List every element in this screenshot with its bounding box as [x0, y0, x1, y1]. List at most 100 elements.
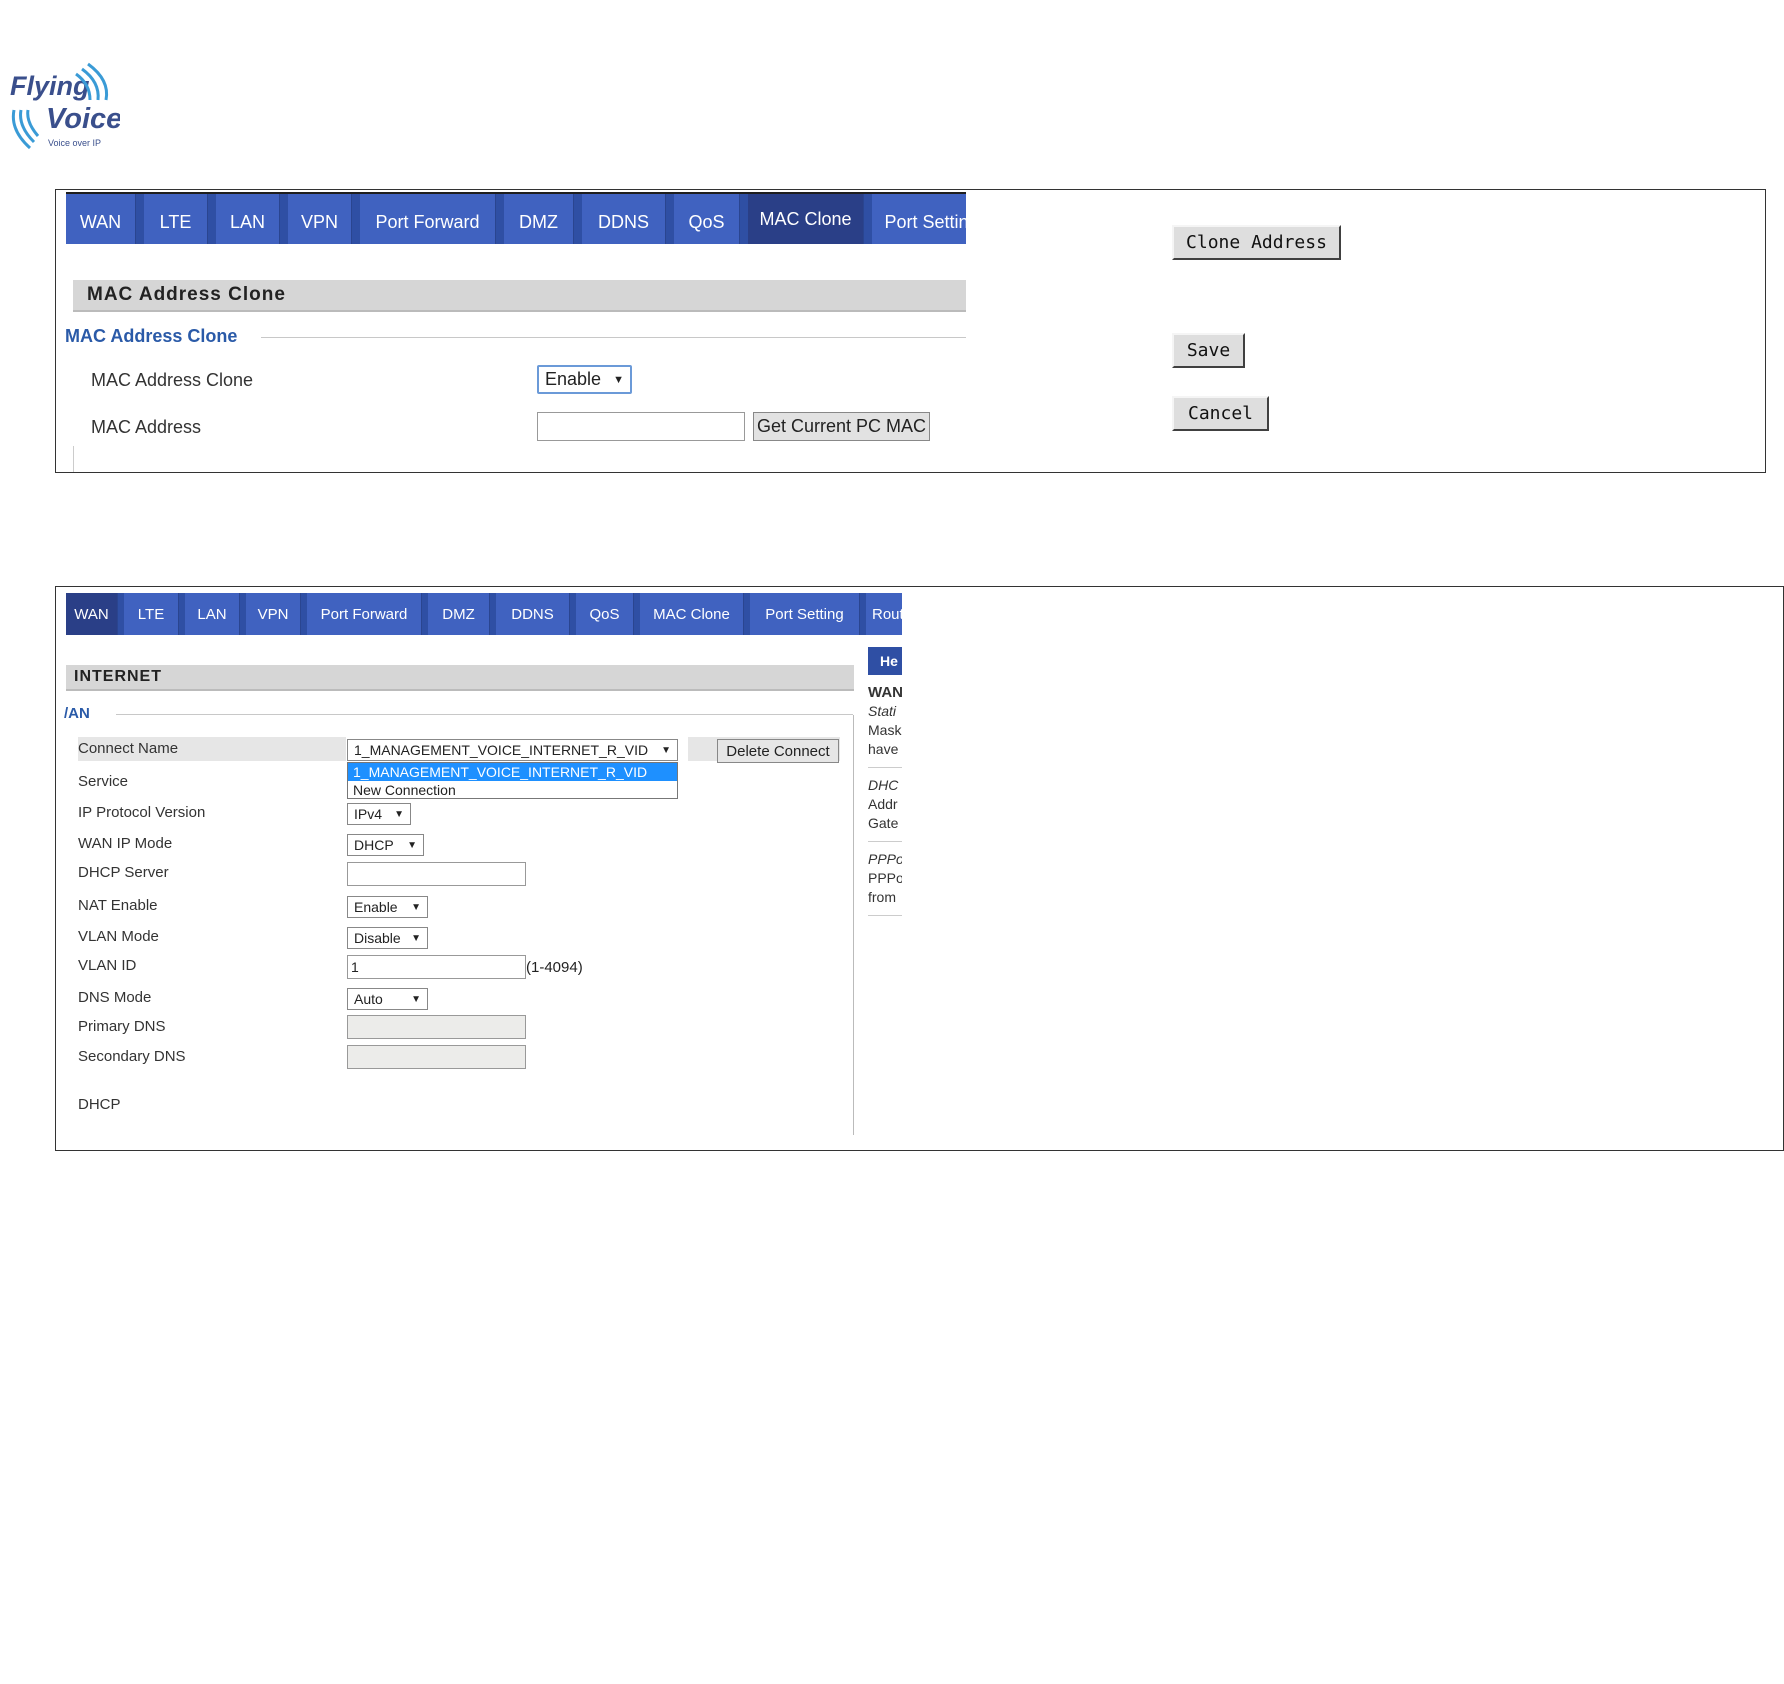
- tab-routing[interactable]: Rout: [866, 593, 902, 635]
- help-heading: WAN: [868, 684, 902, 701]
- cancel-button[interactable]: Cancel: [1172, 396, 1269, 431]
- fieldset-border: [73, 446, 74, 472]
- tab-mac-clone[interactable]: MAC Clone: [748, 194, 864, 244]
- tab-port-forward[interactable]: Port Forward: [307, 593, 422, 635]
- dropdown-option[interactable]: New Connection: [348, 781, 677, 799]
- dhcp-label: DHCP: [78, 1096, 121, 1113]
- flying-voice-logo: Flying Voice Voice over IP: [10, 60, 122, 155]
- tab-wan[interactable]: WAN: [66, 593, 118, 635]
- tab-lan[interactable]: LAN: [185, 593, 240, 635]
- clone-address-button[interactable]: Clone Address: [1172, 225, 1341, 260]
- tab-port-forward[interactable]: Port Forward: [360, 194, 496, 244]
- vlan-mode-select[interactable]: Disable ▼: [347, 927, 428, 949]
- help-text: Gate: [868, 815, 899, 831]
- fieldset-border: [853, 715, 854, 1135]
- chevron-down-icon: ▼: [394, 808, 404, 820]
- help-text: Stati: [868, 703, 897, 719]
- help-text: Addr: [868, 796, 898, 812]
- mac-clone-label: MAC Address Clone: [91, 370, 254, 390]
- tab-ddns[interactable]: DDNS: [582, 194, 666, 244]
- tab-dmz[interactable]: DMZ: [504, 194, 574, 244]
- help-divider: [868, 915, 902, 916]
- mac-clone-screenshot: WAN LTE LAN VPN Port Forward DMZ DDNS Qo…: [55, 189, 1766, 473]
- dropdown-option[interactable]: 1_MANAGEMENT_VOICE_INTERNET_R_VID: [348, 763, 677, 781]
- ip-protocol-value: IPv4: [354, 806, 383, 822]
- dns-mode-value: Auto: [354, 991, 383, 1007]
- help-text: PPPo: [868, 870, 902, 886]
- vlan-mode-value: Disable: [354, 930, 401, 946]
- vlan-id-label: VLAN ID: [78, 957, 137, 974]
- mac-address-input[interactable]: [537, 412, 745, 441]
- chevron-down-icon: ▼: [661, 744, 671, 756]
- chevron-down-icon: ▼: [411, 993, 421, 1005]
- get-current-pc-mac-button[interactable]: Get Current PC MAC: [753, 412, 930, 441]
- vlan-id-range: (1-4094): [526, 959, 583, 976]
- mac-clone-select-value: Enable: [545, 369, 602, 389]
- section-header: INTERNET: [66, 665, 854, 691]
- svg-text:Voice: Voice: [46, 103, 120, 135]
- service-label: Service: [78, 773, 129, 790]
- connect-name-value: 1_MANAGEMENT_VOICE_INTERNET_R_VID: [354, 742, 649, 758]
- nat-enable-select[interactable]: Enable ▼: [347, 896, 428, 918]
- wan-ip-mode-value: DHCP: [354, 837, 394, 853]
- save-button[interactable]: Save: [1172, 333, 1245, 368]
- tab-wan[interactable]: WAN: [66, 194, 136, 244]
- connect-name-select[interactable]: 1_MANAGEMENT_VOICE_INTERNET_R_VID ▼: [347, 739, 678, 761]
- help-text: DHC: [868, 777, 899, 793]
- help-text: PPPo: [868, 851, 902, 867]
- primary-dns-input[interactable]: [347, 1015, 526, 1039]
- help-title: He: [868, 647, 902, 675]
- fieldset-divider: [261, 337, 966, 338]
- fieldset-legend: MAC Address Clone: [65, 326, 238, 346]
- secondary-dns-label: Secondary DNS: [78, 1048, 186, 1065]
- help-text: from: [868, 889, 896, 905]
- ip-protocol-select[interactable]: IPv4 ▼: [347, 803, 411, 825]
- section-header: MAC Address Clone: [73, 280, 966, 312]
- vlan-mode-label: VLAN Mode: [78, 928, 159, 945]
- dhcp-server-input[interactable]: [347, 862, 526, 886]
- tab-dmz[interactable]: DMZ: [428, 593, 490, 635]
- ip-protocol-label: IP Protocol Version: [78, 804, 206, 821]
- tab-lte[interactable]: LTE: [124, 593, 179, 635]
- help-text: Mask: [868, 722, 902, 738]
- svg-text:Voice over IP: Voice over IP: [48, 138, 101, 148]
- wan-ip-mode-label: WAN IP Mode: [78, 835, 173, 852]
- vlan-id-input[interactable]: 1: [347, 955, 526, 979]
- dhcp-server-label: DHCP Server: [78, 864, 169, 881]
- chevron-down-icon: ▼: [407, 839, 417, 851]
- mac-address-label: MAC Address: [91, 417, 202, 437]
- chevron-down-icon: ▼: [613, 373, 624, 386]
- secondary-dns-input[interactable]: [347, 1045, 526, 1069]
- tab-qos[interactable]: QoS: [674, 194, 740, 244]
- dns-mode-label: DNS Mode: [78, 989, 152, 1006]
- help-divider: [868, 841, 902, 842]
- mac-clone-select[interactable]: Enable ▼: [537, 365, 632, 394]
- tab-lan[interactable]: LAN: [216, 194, 280, 244]
- primary-dns-label: Primary DNS: [78, 1018, 166, 1035]
- fieldset-legend: /AN: [64, 705, 90, 722]
- tab-port-setting[interactable]: Port Setting: [872, 194, 966, 244]
- fieldset-divider: [116, 714, 853, 715]
- connect-name-label: Connect Name: [78, 740, 179, 757]
- top-nav-tabs: WAN LTE LAN VPN Port Forward DMZ DDNS Qo…: [66, 192, 966, 244]
- top-nav-tabs: WAN LTE LAN VPN Port Forward DMZ DDNS Qo…: [66, 593, 902, 635]
- dns-mode-select[interactable]: Auto ▼: [347, 988, 428, 1010]
- nat-enable-label: NAT Enable: [78, 897, 158, 914]
- wan-internet-screenshot: WAN LTE LAN VPN Port Forward DMZ DDNS Qo…: [55, 586, 1784, 1151]
- connect-name-dropdown: 1_MANAGEMENT_VOICE_INTERNET_R_VID New Co…: [347, 762, 678, 799]
- tab-vpn[interactable]: VPN: [246, 593, 301, 635]
- chevron-down-icon: ▼: [411, 932, 421, 944]
- help-divider: [868, 767, 902, 768]
- tab-ddns[interactable]: DDNS: [496, 593, 570, 635]
- tab-vpn[interactable]: VPN: [288, 194, 352, 244]
- nat-enable-value: Enable: [354, 899, 398, 915]
- tab-qos[interactable]: QoS: [576, 593, 634, 635]
- help-text: have: [868, 741, 899, 757]
- wan-ip-mode-select[interactable]: DHCP ▼: [347, 834, 424, 856]
- tab-mac-clone[interactable]: MAC Clone: [640, 593, 744, 635]
- tab-lte[interactable]: LTE: [144, 194, 208, 244]
- chevron-down-icon: ▼: [411, 901, 421, 913]
- tab-port-setting[interactable]: Port Setting: [750, 593, 860, 635]
- help-panel: He WAN Stati Mask have DHC Addr Gate PPP…: [868, 647, 902, 947]
- delete-connect-button[interactable]: Delete Connect: [717, 739, 839, 763]
